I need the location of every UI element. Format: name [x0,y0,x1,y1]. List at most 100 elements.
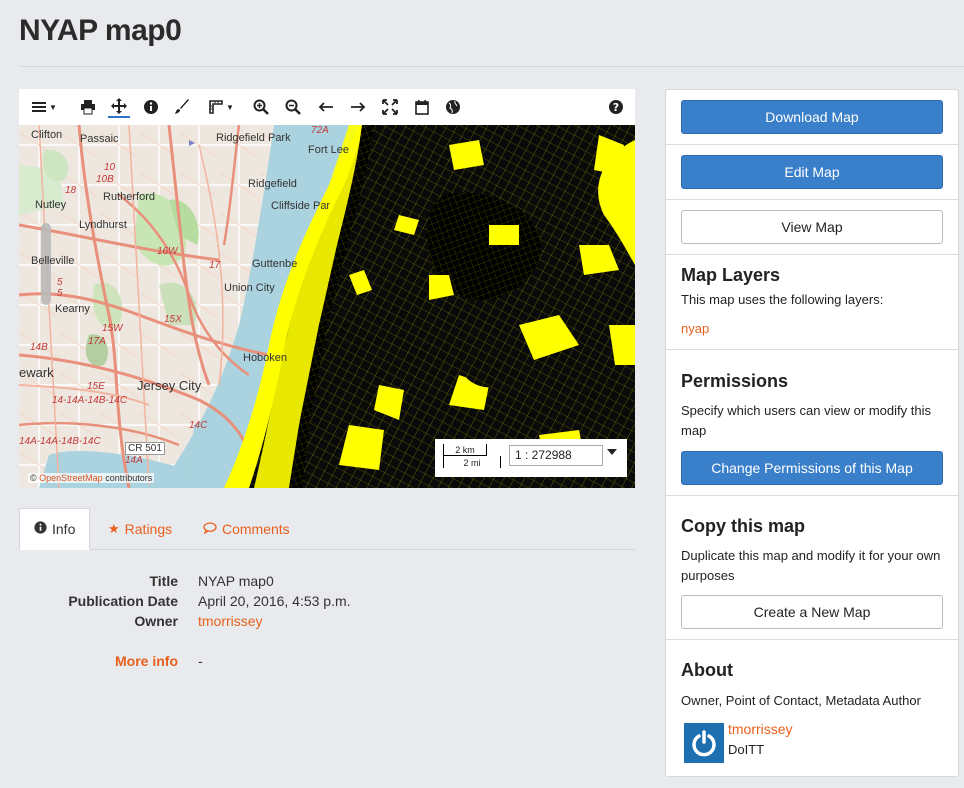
sidebar: Download Map Edit Map View Map Map Layer… [665,89,959,777]
globe-icon[interactable] [442,96,464,118]
tab-comments[interactable]: Comments [189,508,304,550]
info-key: Publication Date [68,593,178,609]
scale-select[interactable]: 1 : 272988 [509,445,603,466]
info-value: - [198,653,203,669]
road-label: 15E [87,381,105,392]
info-owner-row: Owner tmorrissey [0,611,640,631]
view-map-button[interactable]: View Map [681,210,943,244]
road-label: CR 501 [125,442,165,455]
measure-icon[interactable]: ▼ [203,96,239,118]
layer-link[interactable]: nyap [681,321,709,336]
divider [666,349,958,350]
owner-org: DoITT [728,742,765,757]
map-layers-text: This map uses the following layers: [681,292,884,307]
info-circle-icon [34,521,47,537]
svg-text:?: ? [613,101,619,114]
scale-bar: 2 km 2 mi [443,444,501,470]
about-roles: Owner, Point of Contact, Metadata Author [681,693,921,708]
arrow-left-icon[interactable] [315,96,337,118]
road-label: 16W [157,246,178,257]
fullscreen-icon[interactable] [379,96,401,118]
owner-link[interactable]: tmorrissey [198,611,263,631]
star-icon: ★ [108,521,120,536]
copy-map-text: Duplicate this map and modify it for you… [681,548,941,583]
calendar-icon[interactable] [411,96,433,118]
map-layers-heading: Map Layers [681,265,781,285]
zoom-in-icon[interactable] [250,96,272,118]
map-label: Guttenbe [252,258,298,270]
zoom-out-icon[interactable] [282,96,304,118]
map-canvas[interactable]: Clifton Passaic Ridgefield Park Fort Lee… [19,125,635,488]
menu-icon[interactable]: ▼ [27,96,61,118]
permissions-text: Specify which users can view or modify t… [681,403,931,438]
road-label: 18 [65,185,77,196]
chevron-down-icon[interactable] [607,449,617,455]
tab-info[interactable]: Info [19,508,90,550]
road-label: 14B [30,342,48,353]
road-label: 17A [88,336,106,347]
divider [19,66,964,67]
road-label: 17 [209,260,221,271]
power-icon [692,730,716,757]
map-attribution: © OpenStreetMap contributors [28,473,155,483]
map-label: Nutley [35,199,67,211]
road-label: 72A [311,125,329,136]
divider [666,639,958,640]
create-new-map-button[interactable]: Create a New Map [681,595,943,629]
road-label: 15W [102,323,123,334]
map-label: Hoboken [243,352,288,364]
map-label: ewark [19,365,54,380]
info-title-row: Title NYAP map0 [0,571,640,591]
divider [666,495,958,496]
info-key: Title [149,573,178,589]
map-label: Cliffside Par [271,200,331,212]
road-label: 5 [57,277,63,288]
map-toolbar: ▼ ▼ ? [19,89,635,125]
comment-icon [203,521,217,537]
page-title: NYAP map0 [19,14,182,47]
info-key: Owner [134,613,178,629]
map-label: Kearny [55,303,90,315]
detail-tabs: Info ★ Ratings Comments [19,508,635,550]
info-more-row: More info - [0,651,640,671]
map-label: Fort Lee [308,144,349,156]
road-label: 5 [57,288,63,299]
road-label: 14C [189,420,208,431]
download-map-button[interactable]: Download Map [681,100,943,134]
permissions-heading: Permissions [681,371,789,391]
map-label: Belleville [31,255,75,267]
avatar[interactable] [684,723,724,763]
road-label: 15X [164,314,182,325]
map-label: Jersey City [137,378,202,393]
divider [666,254,958,255]
map-label: Clifton [31,129,63,141]
road-label: 10B [96,174,114,185]
owner-name-link[interactable]: tmorrissey [728,721,793,737]
road-label: 10 [104,162,116,173]
tab-ratings[interactable]: ★ Ratings [94,508,186,550]
info-value: NYAP map0 [198,573,274,589]
map-label: Rutherford [103,191,155,203]
print-icon[interactable] [77,96,99,118]
scale-control: 2 km 2 mi 1 : 272988 [435,439,627,477]
road-label: 14A-14A-14B-14C [19,436,101,447]
about-heading: About [681,660,733,680]
map-label: Ridgefield [248,178,297,190]
copy-map-heading: Copy this map [681,516,806,536]
pan-icon[interactable] [108,96,130,118]
map-label: Union City [224,282,275,294]
road-label: 14A [125,455,143,466]
openstreetmap-link[interactable]: OpenStreetMap [39,473,103,483]
arrow-right-icon[interactable] [347,96,369,118]
change-permissions-button[interactable]: Change Permissions of this Map [681,451,943,485]
map-label: Passaic [80,133,119,145]
paint-brush-icon[interactable] [171,96,193,118]
help-icon[interactable]: ? [605,96,627,118]
map-label: Ridgefield Park [216,132,291,144]
info-icon[interactable] [140,96,162,118]
road-label: 14-14A-14B-14C [52,395,128,406]
map-label: Lyndhurst [79,219,127,231]
edit-map-button[interactable]: Edit Map [681,155,943,189]
info-value: April 20, 2016, 4:53 p.m. [198,593,351,609]
more-info-link[interactable]: More info [115,651,178,671]
